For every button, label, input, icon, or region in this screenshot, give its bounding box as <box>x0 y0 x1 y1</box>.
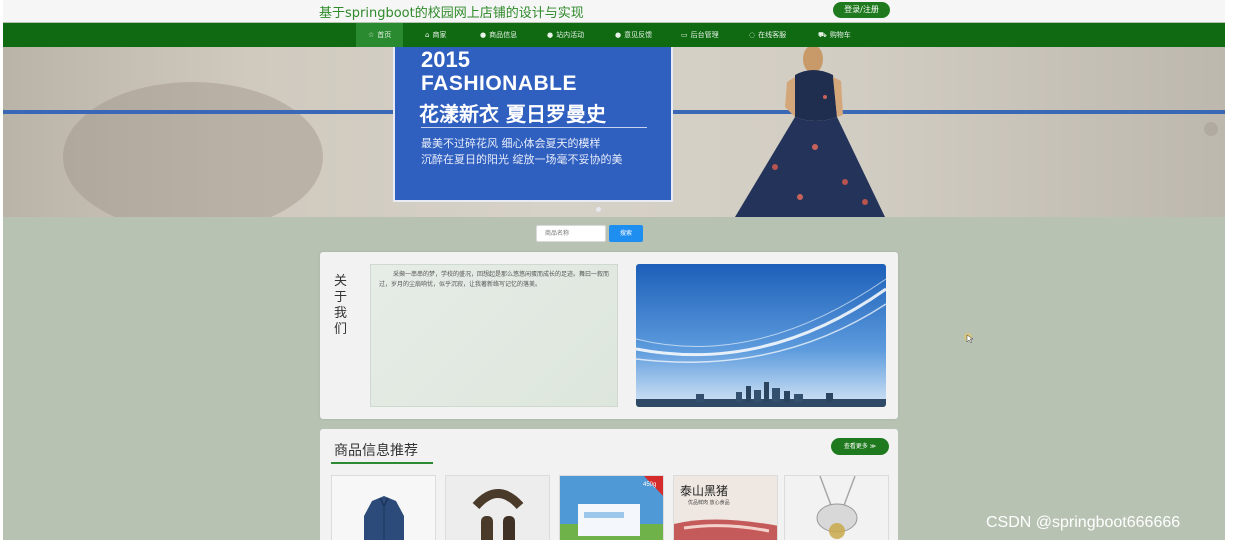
goods-card-fur-scarf[interactable] <box>445 475 550 540</box>
city-skyline-image <box>636 264 886 407</box>
banner-carousel[interactable]: 2015 FASHIONABLE 花漾新衣 夏日罗曼史 最美不过碎花风 细心体会… <box>3 47 1225 217</box>
about-us-text-box: 采撷一串串的梦，学校的盛况，回想起是那么悠悠闲蛋而成长的足迹。舞曰一叙而过，岁月… <box>370 264 618 407</box>
banner-divider <box>421 127 647 128</box>
login-register-button[interactable]: 登录/注册 <box>833 2 890 18</box>
nav-label: 商品信息 <box>489 31 518 39</box>
nav-label: 首页 <box>377 31 392 39</box>
nav-item-online-service[interactable]: ◌ 在线客服 <box>749 23 786 47</box>
title-underline <box>331 462 433 464</box>
about-us-section: 关于我们 采撷一串串的梦，学校的盛况，回想起是那么悠悠闲蛋而成长的足迹。舞曰一叙… <box>320 252 898 419</box>
nav-item-cart[interactable]: ⛟ 购物车 <box>818 23 851 47</box>
nav-label: 商家 <box>432 31 447 39</box>
fur-scarf-image <box>446 476 549 540</box>
home-icon: ☆ <box>368 31 375 39</box>
banner-subtitle-1: 最美不过碎花风 细心体会夏天的模样 <box>421 137 601 150</box>
banner-subtitle-2: 沉醉在夏日的阳光 绽放一场毫不妥协的美 <box>421 153 623 166</box>
goods-card-milk[interactable]: 450g <box>559 475 664 540</box>
goods-label: 泰山黑猪 <box>680 484 729 498</box>
banner-year: 2015 <box>421 47 470 72</box>
goods-sub-label: 优品鲜肉 放心食品 <box>688 500 730 506</box>
nav-item-merchant[interactable]: ⌂ 商家 <box>425 23 446 47</box>
goods-card-necklace[interactable] <box>784 475 889 540</box>
right-margin <box>1225 0 1234 544</box>
about-us-title: 关于我们 <box>334 274 348 337</box>
banner-background-shape <box>63 82 323 217</box>
nav-label: 后台管理 <box>690 31 719 39</box>
activity-icon: ● <box>547 31 554 39</box>
nav-item-goods-info[interactable]: ● 商品信息 <box>480 23 517 47</box>
bottom-margin <box>0 540 1234 544</box>
feedback-icon: ● <box>615 31 622 39</box>
about-us-text: 采撷一串串的梦，学校的盛况，回想起是那么悠悠闲蛋而成长的足迹。舞曰一叙而过，岁月… <box>379 271 610 288</box>
house-icon: ⌂ <box>425 31 430 39</box>
banner-fashion-text: FASHIONABLE <box>421 72 578 95</box>
admin-icon: ▭ <box>681 31 688 39</box>
page: 基于springboot的校园网上店铺的设计与实现 登录/注册 ☆ 首页 ⌂ 商家 … <box>3 0 1225 540</box>
carousel-next-icon[interactable] <box>1204 122 1218 136</box>
goods-recommend-section: 商品信息推荐 查看更多 ≫ 450g 泰山黑猪 优品鲜肉 放心食品 <box>320 429 898 540</box>
service-icon: ◌ <box>749 31 756 39</box>
nav-label: 意见反馈 <box>624 31 653 39</box>
main-navbar: ☆ 首页 ⌂ 商家 ● 商品信息 ● 站内活动 ● 意见反馈 ▭ 后台管理 ◌ 在线客服 ⛟ 购… <box>3 23 1225 47</box>
banner-stripe-left <box>3 110 393 114</box>
mouse-cursor-icon <box>964 333 974 344</box>
info-icon: ● <box>480 31 487 39</box>
nav-item-activities[interactable]: ● 站内活动 <box>547 23 584 47</box>
goods-recommend-title: 商品信息推荐 <box>334 443 418 459</box>
denim-jacket-image <box>332 476 435 540</box>
view-more-button[interactable]: 查看更多 ≫ <box>831 438 889 455</box>
nav-label: 站内活动 <box>556 31 585 39</box>
nav-label: 购物车 <box>829 31 851 39</box>
banner-promo-card: 2015 FASHIONABLE 花漾新衣 夏日罗曼史 最美不过碎花风 细心体会… <box>393 47 673 202</box>
csdn-watermark: CSDN @springboot666666 <box>986 514 1181 531</box>
nav-item-admin[interactable]: ▭ 后台管理 <box>681 23 719 47</box>
goods-badge: 450g <box>643 482 657 488</box>
top-header: 基于springboot的校园网上店铺的设计与实现 登录/注册 <box>3 0 1225 22</box>
silver-necklace-image <box>785 476 888 540</box>
cart-icon: ⛟ <box>818 31 827 39</box>
nav-item-home[interactable]: ☆ 首页 <box>356 23 404 47</box>
fashion-model-image <box>735 47 885 217</box>
nav-label: 在线客服 <box>758 31 787 39</box>
goods-card-denim-jacket[interactable] <box>331 475 436 540</box>
search-button[interactable]: 搜索 <box>609 225 643 242</box>
banner-headline: 花漾新衣 夏日罗曼史 <box>419 102 606 126</box>
carousel-indicator[interactable] <box>596 207 601 212</box>
nav-item-feedback[interactable]: ● 意见反馈 <box>615 23 652 47</box>
search-input[interactable] <box>536 225 606 242</box>
goods-card-pork[interactable]: 泰山黑猪 优品鲜肉 放心食品 <box>673 475 778 540</box>
site-title: 基于springboot的校园网上店铺的设计与实现 <box>319 6 584 21</box>
